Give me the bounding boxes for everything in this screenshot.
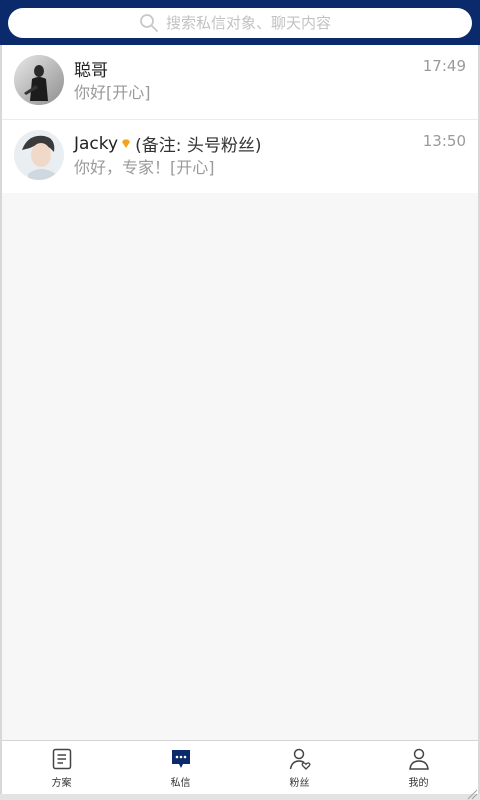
message-time: 17:49 xyxy=(422,57,466,75)
search-icon xyxy=(140,14,158,32)
bottom-navigation: 方案 私信 粉丝 我的 xyxy=(2,740,478,794)
avatar xyxy=(14,130,64,180)
message-preview: 你好[开心] xyxy=(74,83,151,102)
conversation-name-row: Jacky (备注: 头号粉丝) xyxy=(74,131,262,157)
nav-item-plans[interactable]: 方案 xyxy=(2,741,121,794)
avatar xyxy=(14,55,64,105)
search-input[interactable] xyxy=(166,14,341,32)
nav-item-messages[interactable]: 私信 xyxy=(121,741,240,794)
message-time: 13:50 xyxy=(422,132,466,150)
nav-item-fans[interactable]: 粉丝 xyxy=(240,741,359,794)
diamond-badge-icon xyxy=(122,139,131,148)
contact-name: Jacky xyxy=(74,133,119,154)
nav-label: 粉丝 xyxy=(289,777,310,789)
conversation-item[interactable]: Jacky (备注: 头号粉丝) 13:50 你好，专家！[开心] xyxy=(2,119,478,193)
message-preview: 你好，专家！[开心] xyxy=(74,158,215,177)
user-icon xyxy=(408,748,429,770)
conversation-item[interactable]: 聪哥 17:49 你好[开心] xyxy=(2,45,478,119)
user-heart-icon xyxy=(289,748,310,770)
nav-item-profile[interactable]: 我的 xyxy=(359,741,478,794)
resize-grip-icon[interactable] xyxy=(466,788,478,800)
chat-bubble-icon xyxy=(171,749,190,768)
search-box[interactable] xyxy=(8,8,472,38)
window-bottom-edge xyxy=(0,789,480,800)
nav-label: 我的 xyxy=(408,777,429,789)
nav-label: 私信 xyxy=(170,777,191,789)
contact-remark: (备注: 头号粉丝) xyxy=(135,136,262,156)
nav-label: 方案 xyxy=(51,777,72,789)
conversation-name-row: 聪哥 xyxy=(74,56,108,81)
contact-name: 聪哥 xyxy=(74,61,108,81)
header-bar xyxy=(0,0,480,45)
conversation-list: 聪哥 17:49 你好[开心] Jacky (备注: 头号粉丝) 13:50 你… xyxy=(2,45,478,193)
document-list-icon xyxy=(52,748,71,769)
